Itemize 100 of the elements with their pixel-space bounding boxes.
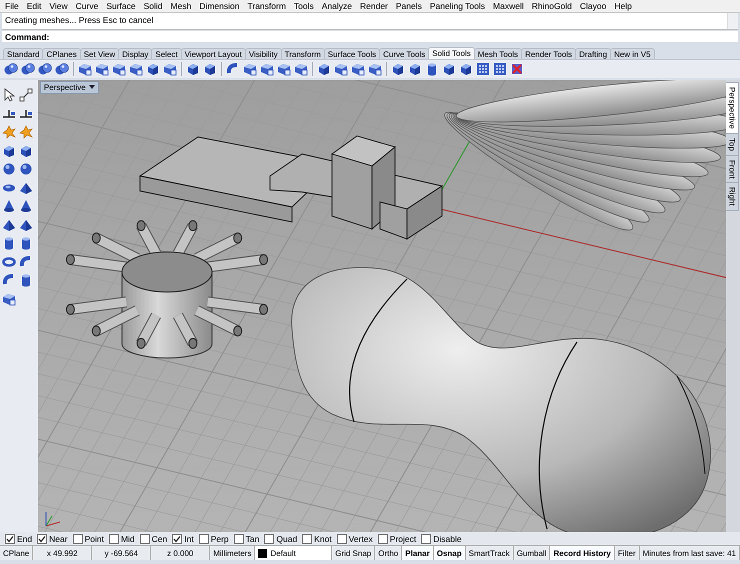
viewport-title[interactable]: Perspective bbox=[40, 81, 99, 94]
toolbar-tab[interactable]: Surface Tools bbox=[324, 48, 380, 59]
pipe-icon[interactable] bbox=[19, 254, 33, 268]
menu-item[interactable]: Analyze bbox=[318, 1, 357, 11]
osnap-checkbox[interactable]: Mid bbox=[108, 534, 135, 544]
toolbar-tab[interactable]: Display bbox=[118, 48, 152, 59]
box-icon[interactable] bbox=[163, 62, 177, 76]
spheres-icon[interactable] bbox=[38, 62, 52, 76]
osnap-checkbox[interactable]: Point bbox=[72, 534, 104, 544]
viewport-tab[interactable]: Right bbox=[726, 182, 740, 212]
menu-item[interactable]: Solid bbox=[140, 1, 168, 11]
toolbar-tab[interactable]: Standard bbox=[3, 48, 44, 59]
osnap-checkbox[interactable]: Disable bbox=[421, 534, 462, 544]
box-icon[interactable] bbox=[334, 62, 348, 76]
osnap-checkbox[interactable]: Quad bbox=[264, 534, 298, 544]
cylinder-icon[interactable] bbox=[425, 62, 439, 76]
scroll-bar[interactable] bbox=[727, 13, 738, 29]
menu-item[interactable]: Render bbox=[357, 1, 393, 11]
osnap-checkbox[interactable]: End bbox=[5, 534, 32, 544]
status-toggle[interactable]: Osnap bbox=[434, 546, 466, 560]
perspective-viewport[interactable]: Perspective bbox=[38, 80, 726, 532]
box-icon[interactable] bbox=[2, 292, 16, 306]
menu-item[interactable]: Mesh bbox=[168, 1, 196, 11]
box-solids-drawing[interactable] bbox=[138, 136, 444, 240]
menu-item[interactable]: Maxwell bbox=[490, 1, 529, 11]
toolbar-tab[interactable]: Curve Tools bbox=[379, 48, 430, 59]
torus-icon[interactable] bbox=[2, 254, 16, 268]
cylinder-icon[interactable] bbox=[2, 236, 16, 250]
pyramid-icon[interactable] bbox=[2, 218, 16, 232]
viewport-tab[interactable]: Perspective bbox=[726, 82, 740, 134]
toolbar-tab[interactable]: Transform bbox=[280, 48, 325, 59]
status-toggle[interactable]: Planar bbox=[402, 546, 434, 560]
spheres-icon[interactable] bbox=[55, 62, 69, 76]
sphere-icon[interactable] bbox=[2, 162, 16, 176]
menu-item[interactable]: Tools bbox=[290, 1, 319, 11]
layer-selector[interactable]: Default bbox=[255, 546, 332, 560]
box-icon[interactable] bbox=[243, 62, 257, 76]
status-toggle[interactable]: Grid Snap bbox=[332, 546, 376, 560]
box-icon[interactable] bbox=[95, 62, 109, 76]
points-icon[interactable] bbox=[19, 88, 33, 102]
cube-icon[interactable] bbox=[391, 62, 405, 76]
menu-item[interactable]: View bbox=[46, 1, 73, 11]
osnap-checkbox[interactable]: Near bbox=[37, 534, 68, 544]
toolbar-tab[interactable]: Select bbox=[151, 48, 182, 59]
menu-item[interactable]: RhinoGold bbox=[528, 1, 577, 11]
toolbar-tab[interactable]: Visibility bbox=[244, 48, 282, 59]
toolbar-tab[interactable]: New in V5 bbox=[610, 48, 655, 59]
burst-icon[interactable] bbox=[19, 125, 33, 139]
cone-icon[interactable] bbox=[2, 199, 16, 213]
menu-item[interactable]: Panels bbox=[392, 1, 427, 11]
box-icon[interactable] bbox=[368, 62, 382, 76]
box-icon[interactable] bbox=[260, 62, 274, 76]
menu-item[interactable]: Transform bbox=[244, 1, 291, 11]
cube-icon[interactable] bbox=[442, 62, 456, 76]
cross-box-icon[interactable] bbox=[510, 62, 524, 76]
status-toggle[interactable]: SmartTrack bbox=[466, 546, 514, 560]
cone-icon[interactable] bbox=[19, 199, 33, 213]
spheres-icon[interactable] bbox=[4, 62, 18, 76]
box-icon[interactable] bbox=[277, 62, 291, 76]
menu-item[interactable]: Dimension bbox=[196, 1, 244, 11]
pyramid-icon[interactable] bbox=[19, 180, 33, 194]
command-field[interactable]: Command: bbox=[2, 31, 738, 42]
cube-icon[interactable] bbox=[146, 62, 160, 76]
box-icon[interactable] bbox=[294, 62, 308, 76]
pyramid-icon[interactable] bbox=[19, 218, 33, 232]
osnap-checkbox[interactable]: Int bbox=[172, 534, 194, 544]
menu-item[interactable]: Surface bbox=[103, 1, 141, 11]
menu-item[interactable]: Help bbox=[611, 1, 637, 11]
box-icon[interactable] bbox=[112, 62, 126, 76]
status-toggle[interactable]: Record History bbox=[550, 546, 615, 560]
osnap-checkbox[interactable]: Tan bbox=[234, 534, 260, 544]
toolbar-tab[interactable]: Viewport Layout bbox=[180, 48, 246, 59]
cube-icon[interactable] bbox=[19, 144, 33, 158]
pointer-icon[interactable] bbox=[2, 88, 16, 102]
pipe-icon[interactable] bbox=[226, 62, 240, 76]
cube-icon[interactable] bbox=[408, 62, 422, 76]
burst-icon[interactable] bbox=[2, 125, 16, 139]
menu-item[interactable]: Paneling Tools bbox=[426, 1, 490, 11]
cube-icon[interactable] bbox=[186, 62, 200, 76]
osnap-checkbox[interactable]: Vertex bbox=[336, 534, 373, 544]
cylinder-with-tubes-drawing[interactable] bbox=[66, 220, 268, 358]
cube-icon[interactable] bbox=[459, 62, 473, 76]
box-icon[interactable] bbox=[78, 62, 92, 76]
menu-item[interactable]: File bbox=[2, 1, 24, 11]
toolbar-tab[interactable]: Set View bbox=[80, 48, 120, 59]
box-icon[interactable] bbox=[351, 62, 365, 76]
status-toggle[interactable]: Filter bbox=[614, 546, 640, 560]
cube-icon[interactable] bbox=[317, 62, 331, 76]
grid-icon[interactable] bbox=[493, 62, 507, 76]
toolbar-tab[interactable]: Solid Tools bbox=[428, 47, 475, 59]
osnap-checkbox[interactable]: Perp bbox=[198, 534, 229, 544]
cylinder-icon[interactable] bbox=[19, 273, 33, 287]
viewport-tab[interactable]: Front bbox=[726, 154, 740, 184]
grid-icon[interactable] bbox=[476, 62, 490, 76]
cube-icon[interactable] bbox=[203, 62, 217, 76]
viewport-tab[interactable]: Top bbox=[726, 132, 740, 156]
pipe-icon[interactable] bbox=[2, 273, 16, 287]
dumbbell-solid-drawing[interactable] bbox=[291, 267, 711, 532]
cube-icon[interactable] bbox=[2, 144, 16, 158]
menu-item[interactable]: Curve bbox=[72, 1, 104, 11]
